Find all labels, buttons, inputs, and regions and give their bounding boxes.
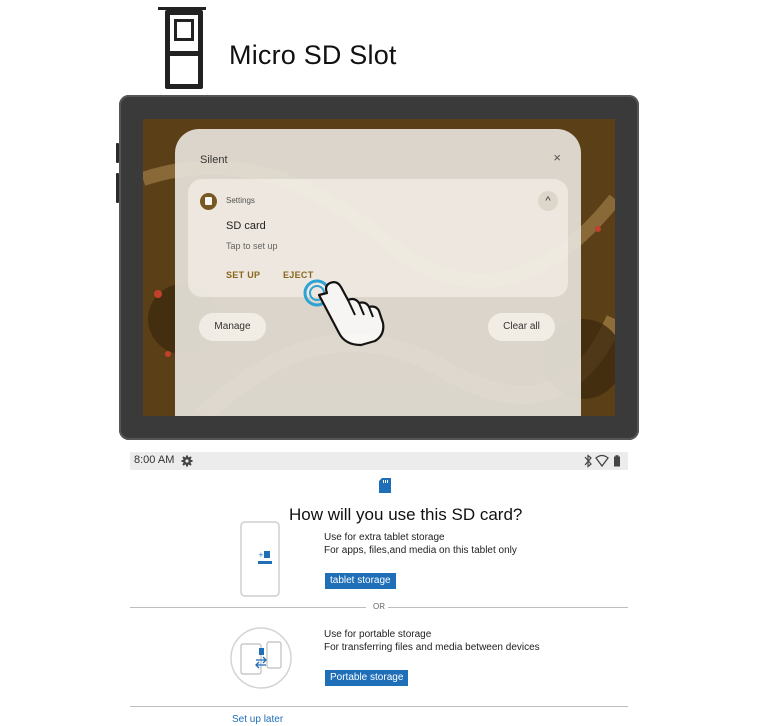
- tablet-storage-button[interactable]: tablet storage: [325, 573, 396, 589]
- portable-storage-illustration: [230, 627, 292, 689]
- notification-text: Tap to set up: [226, 241, 278, 251]
- slot-title: Micro SD Slot: [229, 40, 397, 70]
- sd-card-icon: [379, 478, 391, 493]
- volume-button: [116, 143, 119, 163]
- status-bar: 8:00 AM: [130, 452, 628, 470]
- status-time: 8:00 AM: [134, 454, 175, 466]
- divider: [130, 706, 628, 707]
- sd-tray-icon: [158, 7, 206, 89]
- clear-all-button[interactable]: Clear all: [488, 313, 555, 341]
- settings-app-icon: [200, 193, 217, 210]
- status-icons: [584, 454, 620, 468]
- tablet-device: Silent × Settings ^ SD card Tap to set u…: [116, 95, 639, 440]
- setup-later-link[interactable]: Set up later: [232, 714, 283, 725]
- option-internal-description: For apps, files,and media on this tablet…: [324, 545, 517, 556]
- option-portable-description: For transferring files and media between…: [324, 642, 540, 653]
- hand-pointer-icon: [303, 279, 385, 347]
- notification-shade: Silent × Settings ^ SD card Tap to set u…: [175, 129, 581, 416]
- gear-icon: [181, 455, 193, 467]
- notification-app-name: Settings: [226, 196, 255, 205]
- chevron-up-icon[interactable]: ^: [538, 191, 558, 211]
- notification-title: SD card: [226, 220, 266, 232]
- svg-text:+: +: [258, 551, 264, 559]
- wifi-icon: [595, 454, 609, 468]
- tablet-storage-illustration: +: [240, 521, 280, 597]
- divider: [130, 607, 366, 608]
- battery-icon: [614, 455, 620, 467]
- manage-button[interactable]: Manage: [199, 313, 266, 341]
- close-icon[interactable]: ×: [553, 150, 561, 165]
- setup-button[interactable]: SET UP: [226, 270, 260, 280]
- portable-storage-button[interactable]: Portable storage: [325, 670, 409, 686]
- bluetooth-icon: [584, 454, 592, 468]
- page-title: How will you use this SD card?: [289, 505, 523, 524]
- option-internal-title: Use for extra tablet storage: [324, 532, 445, 543]
- or-label: OR: [373, 602, 385, 611]
- tablet-screen: Silent × Settings ^ SD card Tap to set u…: [143, 119, 615, 416]
- silent-section-label: Silent: [200, 154, 228, 166]
- divider: [388, 607, 628, 608]
- option-portable-title: Use for portable storage: [324, 629, 432, 640]
- power-button: [116, 173, 119, 203]
